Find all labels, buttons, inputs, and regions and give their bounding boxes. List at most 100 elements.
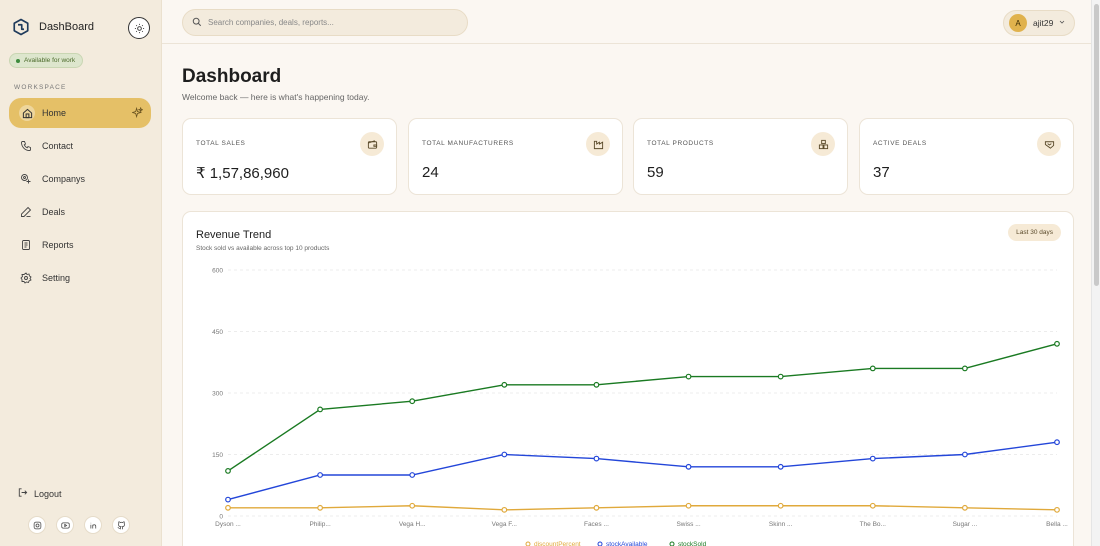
data-point-stockAvailable <box>593 455 600 462</box>
search-icon <box>192 14 202 32</box>
companies-icon <box>19 172 33 186</box>
sidebar-item-setting[interactable]: Setting <box>9 263 151 293</box>
availability-text: Available for work <box>24 57 76 64</box>
stat-card-active-deals: ACTIVE DEALS 37 <box>859 118 1074 195</box>
sidebar-item-deals[interactable]: Deals <box>9 197 151 227</box>
series-line-discountPercent <box>228 505 1058 511</box>
data-point-stockSold <box>777 373 784 380</box>
page-scrollbar[interactable] <box>1091 0 1100 546</box>
legend-label: stockSold <box>678 541 707 546</box>
gear-icon <box>19 271 33 285</box>
legend-label: stockAvailable <box>606 541 648 546</box>
data-point-stockSold <box>961 365 968 372</box>
stat-value: 24 <box>422 164 439 181</box>
data-point-stockAvailable <box>225 496 231 503</box>
data-point-stockSold <box>1054 340 1060 347</box>
linkedin-icon[interactable] <box>84 516 102 534</box>
sidebar-item-label: Setting <box>42 273 71 283</box>
data-point-stockSold <box>317 406 324 413</box>
social-links <box>28 516 130 534</box>
data-point-stockAvailable <box>1054 439 1060 446</box>
theme-toggle-button[interactable] <box>128 17 150 39</box>
data-point-discountPercent <box>593 504 600 511</box>
stat-label: ACTIVE DEALS <box>873 140 927 147</box>
stat-card-total-sales: TOTAL SALES ₹ 1,57,86,960 <box>182 118 397 195</box>
home-icon <box>19 105 35 121</box>
youtube-icon[interactable] <box>56 516 74 534</box>
data-point-discountPercent <box>501 506 508 513</box>
legend-label: discountPercent <box>534 541 581 546</box>
data-point-discountPercent <box>317 504 324 511</box>
stat-value: 37 <box>873 164 890 181</box>
data-point-stockSold <box>685 373 692 380</box>
data-point-discountPercent <box>961 504 968 511</box>
x-tick-label: Sugar ... <box>953 521 978 528</box>
logout-label: Logout <box>34 488 62 499</box>
stat-value: 59 <box>647 164 664 181</box>
wallet-icon <box>360 132 384 156</box>
search-input[interactable] <box>208 18 448 27</box>
data-point-stockSold <box>225 468 231 474</box>
logout-button[interactable]: Logout <box>17 487 62 500</box>
y-tick-label: 600 <box>212 268 223 275</box>
stat-card-total-manufacturers: TOTAL MANUFACTURERS 24 <box>408 118 623 195</box>
search-bar[interactable] <box>182 9 468 36</box>
legend-marker <box>597 541 603 546</box>
data-point-stockSold <box>501 381 508 388</box>
instagram-icon[interactable] <box>28 516 46 534</box>
y-tick-label: 300 <box>212 391 223 398</box>
y-tick-label: 450 <box>212 329 223 336</box>
brand-name: DashBoard <box>39 21 95 33</box>
data-point-stockAvailable <box>869 455 876 462</box>
page-title: Dashboard <box>182 66 282 87</box>
data-point-discountPercent <box>225 504 231 511</box>
user-menu[interactable]: A ajit29 <box>1003 10 1075 36</box>
x-tick-label: Philip... <box>309 521 331 528</box>
data-point-stockAvailable <box>501 451 508 458</box>
y-tick-label: 150 <box>212 452 223 459</box>
data-point-stockSold <box>409 398 416 405</box>
sun-icon <box>134 23 144 33</box>
data-point-stockAvailable <box>777 463 784 470</box>
data-point-stockAvailable <box>409 472 416 478</box>
sidebar-item-reports[interactable]: Reports <box>9 230 151 260</box>
sidebar-item-companys[interactable]: Companys <box>9 164 151 194</box>
data-point-discountPercent <box>409 502 416 509</box>
x-tick-label: Bella ... <box>1046 521 1068 528</box>
sidebar-item-contact[interactable]: Contact <box>9 131 151 161</box>
x-tick-label: Dyson ... <box>215 521 241 528</box>
stat-value: ₹ 1,57,86,960 <box>196 165 289 182</box>
sidebar-item-home[interactable]: Home <box>9 98 151 128</box>
scrollbar-thumb[interactable] <box>1094 4 1099 286</box>
revenue-chart: 0 150 300 450 600 Dyson ... Philip... Vega H...… <box>212 268 1068 546</box>
x-tick-label: Vega F... <box>492 521 517 528</box>
series-line-stockSold <box>227 343 1058 472</box>
chevron-down-icon <box>1058 18 1066 28</box>
x-tick-label: Vega H... <box>399 521 426 528</box>
y-tick-label: 0 <box>219 514 223 521</box>
data-point-discountPercent <box>869 502 876 509</box>
data-point-discountPercent <box>777 502 784 509</box>
sidebar-item-label: Home <box>42 108 67 118</box>
data-point-stockAvailable <box>317 472 324 478</box>
section-label: WORKSPACE <box>14 84 67 91</box>
phone-icon <box>19 139 33 153</box>
factory-icon <box>586 132 610 156</box>
data-point-stockSold <box>869 365 876 372</box>
data-point-stockSold <box>593 381 600 388</box>
availability-badge: Available for work <box>9 53 84 68</box>
sidebar-item-label: Deals <box>42 207 66 217</box>
series-line-stockAvailable <box>227 441 1058 501</box>
report-icon <box>19 238 33 252</box>
brand[interactable]: DashBoard <box>11 17 94 37</box>
github-icon[interactable] <box>112 516 130 534</box>
data-point-discountPercent <box>1054 506 1060 513</box>
logout-icon <box>17 487 28 500</box>
page-subtitle: Welcome back — here is what's happening … <box>182 92 370 102</box>
status-dot <box>16 58 20 63</box>
sidebar-item-label: Reports <box>42 240 74 250</box>
avatar: A <box>1009 14 1027 32</box>
revenue-trend-card: Revenue Trend Stock sold vs available ac… <box>182 211 1074 546</box>
sidebar-item-label: Companys <box>42 174 86 184</box>
data-point-stockAvailable <box>685 463 692 470</box>
